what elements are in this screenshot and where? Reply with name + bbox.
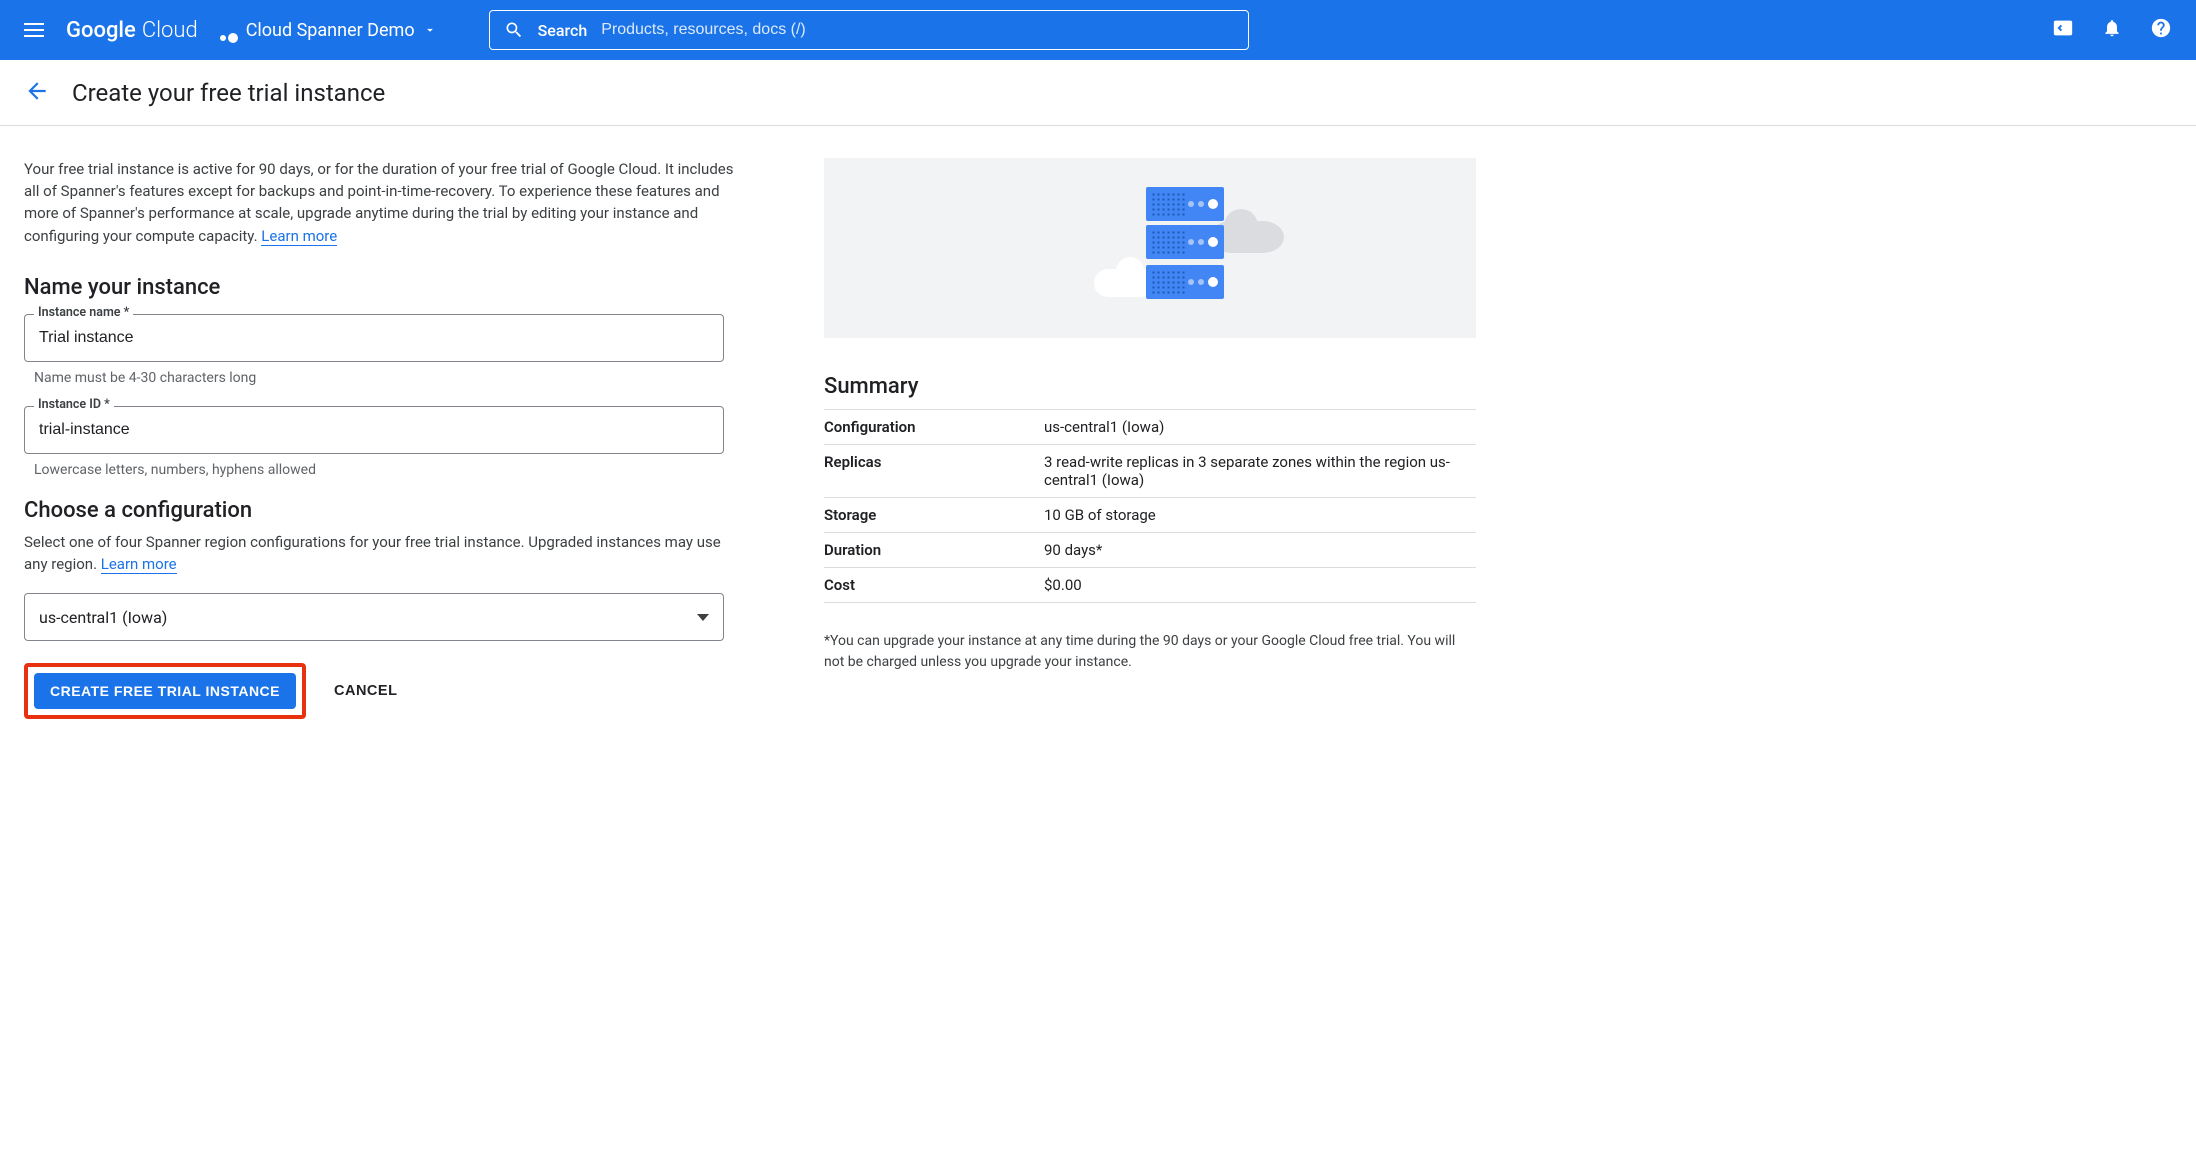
instance-id-hint: Lowercase letters, numbers, hyphens allo…	[34, 462, 734, 478]
logo-cloud-text: Cloud	[142, 18, 198, 43]
instance-id-input[interactable]	[24, 406, 724, 454]
notifications-icon[interactable]	[2102, 17, 2122, 43]
config-select-value: us-central1 (Iowa)	[39, 608, 167, 627]
hamburger-menu-icon[interactable]	[24, 23, 44, 37]
search-box[interactable]: Search	[489, 10, 1249, 50]
search-label: Search	[538, 21, 588, 40]
search-input[interactable]	[601, 21, 1233, 39]
summary-value: $0.00	[1044, 568, 1476, 603]
back-arrow-icon[interactable]	[24, 78, 50, 108]
summary-table: Configurationus-central1 (Iowa)Replicas3…	[824, 409, 1476, 603]
name-section-heading: Name your instance	[24, 275, 734, 300]
summary-key: Cost	[824, 568, 1044, 603]
instance-name-input[interactable]	[24, 314, 724, 362]
logo-google-text: Google	[66, 18, 136, 43]
top-header: Google Cloud Cloud Spanner Demo Search	[0, 0, 2196, 60]
summary-key: Duration	[824, 533, 1044, 568]
create-button-highlight: CREATE FREE TRIAL INSTANCE	[24, 663, 306, 719]
config-learn-more-link[interactable]: Learn more	[101, 555, 177, 574]
summary-value: 10 GB of storage	[1044, 498, 1476, 533]
main-content: Your free trial instance is active for 9…	[0, 126, 1500, 751]
server-icon	[1146, 187, 1224, 221]
summary-row: Cost$0.00	[824, 568, 1476, 603]
summary-value: us-central1 (Iowa)	[1044, 410, 1476, 445]
intro-body: Your free trial instance is active for 9…	[24, 160, 733, 245]
google-cloud-logo[interactable]: Google Cloud	[66, 18, 198, 43]
summary-value: 3 read-write replicas in 3 separate zone…	[1044, 445, 1476, 498]
summary-column: Summary Configurationus-central1 (Iowa)R…	[824, 158, 1476, 719]
cloud-shell-icon[interactable]	[2052, 17, 2074, 43]
intro-learn-more-link[interactable]: Learn more	[261, 227, 337, 246]
chevron-down-icon	[697, 614, 709, 621]
summary-value: 90 days*	[1044, 533, 1476, 568]
subheader: Create your free trial instance	[0, 60, 2196, 126]
config-select-wrap: us-central1 (Iowa)	[24, 593, 724, 641]
intro-text: Your free trial instance is active for 9…	[24, 158, 734, 247]
project-picker[interactable]: Cloud Spanner Demo	[220, 20, 437, 41]
summary-row: Replicas3 read-write replicas in 3 separ…	[824, 445, 1476, 498]
server-icon	[1146, 225, 1224, 259]
summary-footnote: *You can upgrade your instance at any ti…	[824, 631, 1476, 673]
summary-row: Duration90 days*	[824, 533, 1476, 568]
help-icon[interactable]	[2150, 17, 2172, 43]
summary-row: Storage10 GB of storage	[824, 498, 1476, 533]
instance-name-label: Instance name *	[34, 305, 133, 320]
summary-key: Storage	[824, 498, 1044, 533]
summary-key: Replicas	[824, 445, 1044, 498]
actions-row: CREATE FREE TRIAL INSTANCE CANCEL	[24, 663, 734, 719]
instance-id-label: Instance ID *	[34, 397, 114, 412]
form-column: Your free trial instance is active for 9…	[24, 158, 734, 719]
page-title: Create your free trial instance	[72, 79, 385, 107]
instance-id-field-wrap: Instance ID *	[24, 406, 734, 454]
cancel-button[interactable]: CANCEL	[334, 683, 397, 699]
config-section-desc: Select one of four Spanner region config…	[24, 531, 734, 575]
chevron-down-icon	[423, 23, 437, 37]
instance-name-field-wrap: Instance name *	[24, 314, 734, 362]
summary-row: Configurationus-central1 (Iowa)	[824, 410, 1476, 445]
server-icon	[1146, 265, 1224, 299]
search-icon	[504, 20, 524, 40]
summary-key: Configuration	[824, 410, 1044, 445]
summary-heading: Summary	[824, 374, 1476, 399]
create-free-trial-button[interactable]: CREATE FREE TRIAL INSTANCE	[34, 673, 296, 709]
summary-illustration	[824, 158, 1476, 338]
config-section-heading: Choose a configuration	[24, 498, 734, 523]
config-select[interactable]: us-central1 (Iowa)	[24, 593, 724, 641]
instance-name-hint: Name must be 4-30 characters long	[34, 370, 734, 386]
project-name: Cloud Spanner Demo	[246, 20, 415, 41]
header-icons	[2052, 17, 2172, 43]
